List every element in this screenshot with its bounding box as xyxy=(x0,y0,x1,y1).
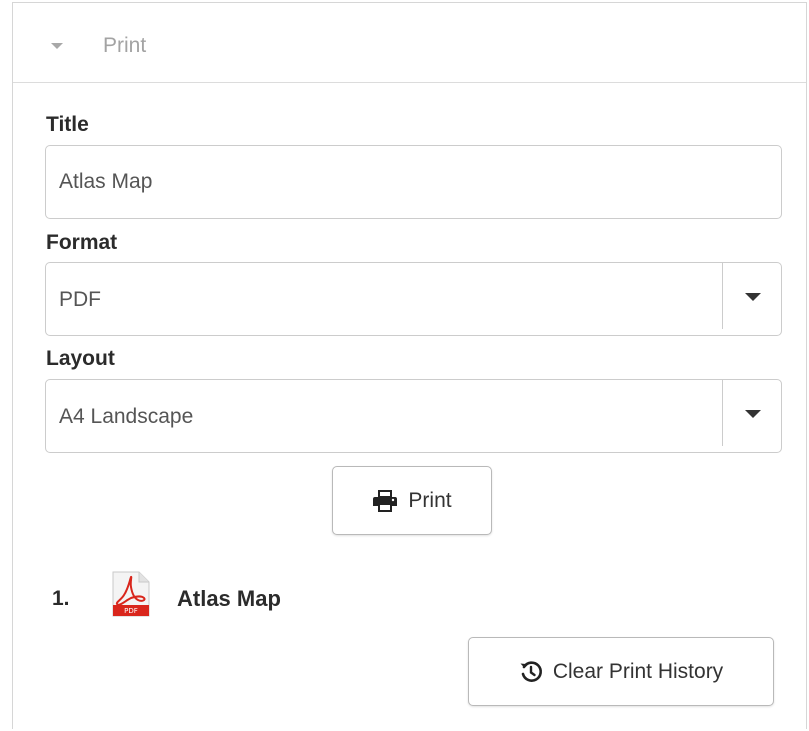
select-divider xyxy=(722,263,723,329)
caret-down-icon xyxy=(51,43,63,49)
clear-print-history-label: Clear Print History xyxy=(552,659,724,683)
panel-title: Print xyxy=(103,34,147,57)
chevron-down-icon[interactable] xyxy=(745,410,761,418)
pdf-file-icon: PDF xyxy=(111,571,151,617)
format-select[interactable]: PDF xyxy=(45,262,782,336)
chevron-down-icon[interactable] xyxy=(745,293,761,301)
printer-icon xyxy=(372,489,398,512)
layout-label: Layout xyxy=(46,347,115,370)
history-item-link[interactable]: Atlas Map xyxy=(177,586,281,612)
history-item-number: 1. xyxy=(52,587,70,610)
print-panel-header[interactable]: Print xyxy=(13,3,806,83)
title-label: Title xyxy=(46,113,89,136)
format-selected-value: PDF xyxy=(59,288,101,311)
title-input[interactable] xyxy=(45,145,782,219)
format-label: Format xyxy=(46,231,118,254)
history-icon xyxy=(519,660,543,684)
print-button[interactable]: Print xyxy=(332,466,492,535)
print-panel: Print Title Format PDF Layout A4 Landsca… xyxy=(12,2,807,729)
layout-select[interactable]: A4 Landscape xyxy=(45,379,782,453)
svg-text:PDF: PDF xyxy=(124,607,138,615)
layout-selected-value: A4 Landscape xyxy=(59,405,194,428)
select-divider xyxy=(722,380,723,446)
clear-print-history-button[interactable]: Clear Print History xyxy=(468,637,774,706)
print-button-label: Print xyxy=(408,488,452,512)
